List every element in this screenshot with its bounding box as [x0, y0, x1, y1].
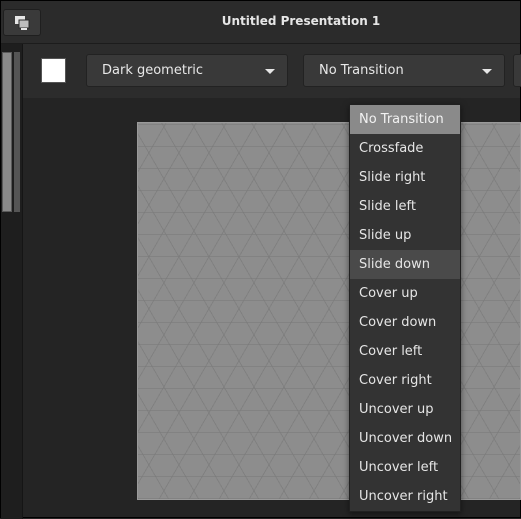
- toolbar-overflow-control[interactable]: [513, 54, 521, 87]
- transition-option[interactable]: Uncover right: [350, 482, 460, 511]
- sidebar-scrollbar[interactable]: [14, 52, 20, 212]
- transition-option[interactable]: Uncover up: [350, 395, 460, 424]
- transition-select-value: No Transition: [319, 63, 404, 78]
- chevron-down-icon: [482, 69, 492, 74]
- background-color-swatch[interactable]: [41, 58, 66, 83]
- slide-thumbnail[interactable]: [2, 52, 12, 212]
- transition-option[interactable]: Slide left: [350, 192, 460, 221]
- slide-canvas[interactable]: [137, 122, 521, 500]
- transition-option[interactable]: Cover down: [350, 308, 460, 337]
- transition-option[interactable]: Crossfade: [350, 134, 460, 163]
- transition-option[interactable]: Cover up: [350, 279, 460, 308]
- chevron-down-icon: [265, 69, 275, 74]
- transition-option[interactable]: Cover left: [350, 337, 460, 366]
- theme-select[interactable]: Dark geometric: [86, 54, 288, 87]
- theme-select-value: Dark geometric: [102, 63, 204, 78]
- transition-option[interactable]: Uncover down: [350, 424, 460, 453]
- presentation-icon: [15, 16, 30, 30]
- title-bar: Untitled Presentation 1: [1, 1, 520, 44]
- transition-option[interactable]: No Transition: [350, 105, 460, 134]
- toolbar: Dark geometric No Transition: [23, 44, 521, 99]
- slide-sidebar: [1, 44, 23, 519]
- transition-option[interactable]: Slide up: [350, 221, 460, 250]
- transition-option[interactable]: Slide down: [350, 250, 460, 279]
- app-menu-button[interactable]: [3, 9, 41, 36]
- transition-dropdown-menu: No Transition Crossfade Slide right Slide l…: [349, 104, 461, 512]
- window-title: Untitled Presentation 1: [221, 14, 381, 28]
- transition-option[interactable]: Cover right: [350, 366, 460, 395]
- transition-option[interactable]: Slide right: [350, 163, 460, 192]
- transition-select[interactable]: No Transition: [303, 54, 505, 87]
- transition-option[interactable]: Uncover left: [350, 453, 460, 482]
